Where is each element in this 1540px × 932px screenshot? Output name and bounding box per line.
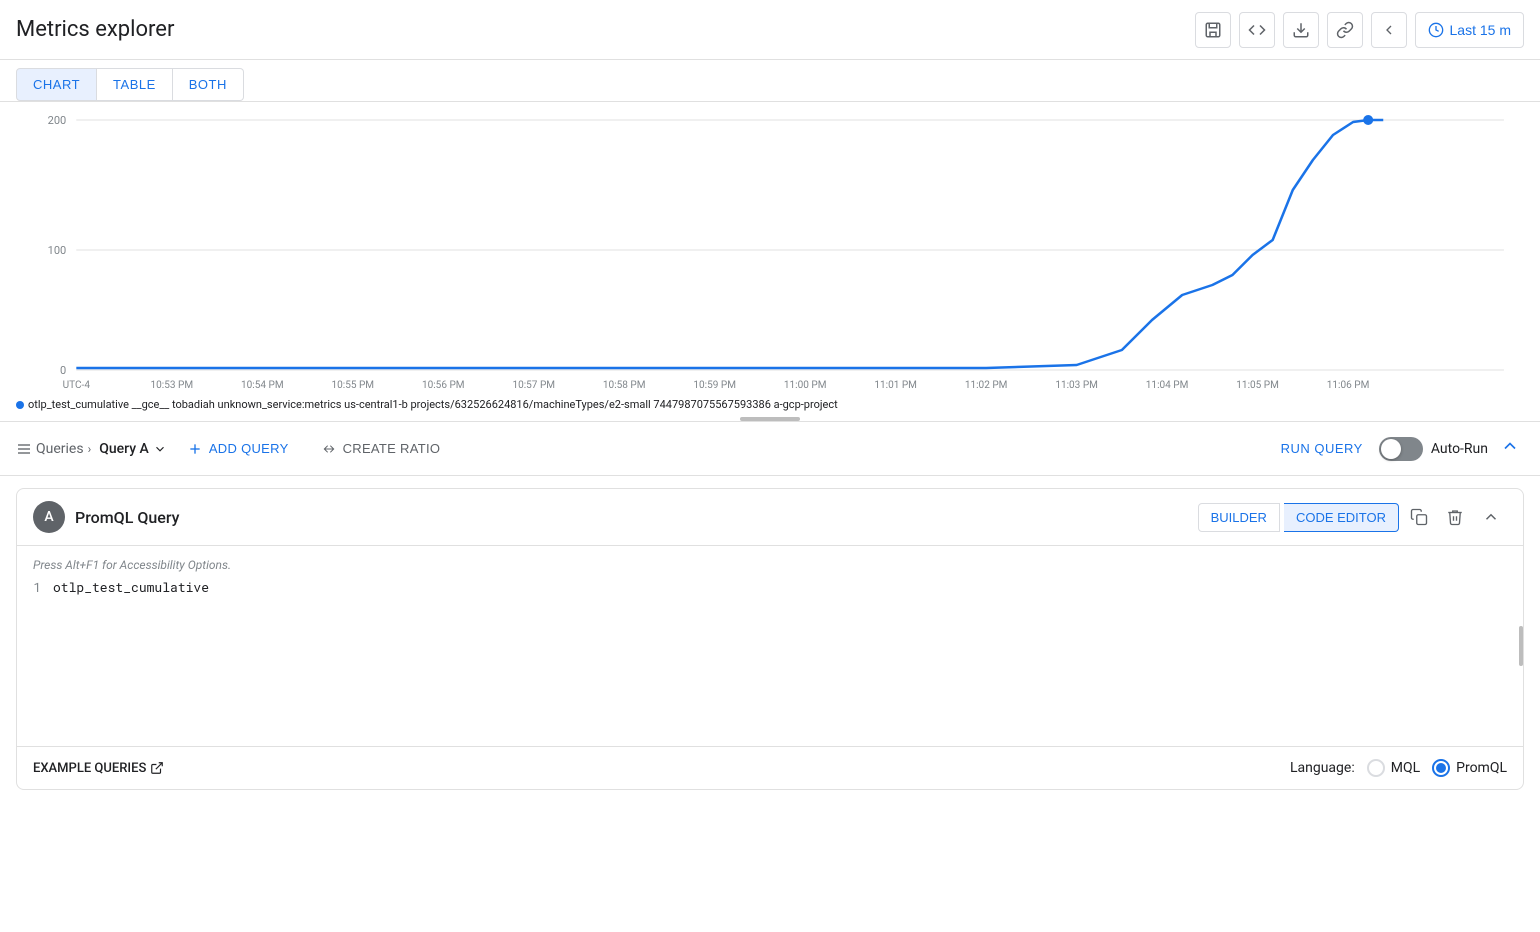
query-panel-header: A PromQL Query BUILDER CODE EDITOR	[17, 489, 1523, 546]
example-queries-label: EXAMPLE QUERIES	[33, 761, 146, 776]
chevron-down-icon	[153, 442, 167, 456]
svg-text:11:05 PM: 11:05 PM	[1236, 380, 1279, 390]
scroll-indicator	[16, 415, 1524, 423]
svg-text:11:06 PM: 11:06 PM	[1327, 380, 1370, 390]
code-content[interactable]: otlp_test_cumulative	[53, 578, 209, 596]
code-editor-tab-button[interactable]: CODE EDITOR	[1284, 503, 1399, 532]
query-panel-actions: BUILDER CODE EDITOR	[1198, 501, 1507, 533]
svg-text:11:03 PM: 11:03 PM	[1055, 380, 1098, 390]
queries-label: Queries	[36, 441, 84, 457]
toggle-track	[1379, 437, 1423, 461]
svg-text:10:57 PM: 10:57 PM	[512, 380, 555, 390]
promql-label: PromQL	[1456, 760, 1507, 776]
legend-text: otlp_test_cumulative __gce__ tobadiah un…	[28, 398, 838, 411]
collapse-panel-icon-button[interactable]	[1475, 501, 1507, 533]
collapse-button[interactable]	[1496, 432, 1524, 465]
header-actions: Last 15 m	[1195, 12, 1524, 48]
link-icon-button[interactable]	[1327, 12, 1363, 48]
add-query-label: ADD QUERY	[209, 441, 289, 456]
query-avatar: A	[33, 501, 65, 533]
query-selector[interactable]: Query A	[99, 441, 167, 457]
download-icon-button[interactable]	[1283, 12, 1319, 48]
svg-text:11:04 PM: 11:04 PM	[1146, 380, 1189, 390]
language-selector: Language: MQL PromQL	[1290, 759, 1507, 777]
create-ratio-label: CREATE RATIO	[343, 441, 441, 456]
external-link-icon	[150, 761, 164, 775]
run-query-button[interactable]: RUN QUERY	[1273, 435, 1371, 462]
mql-label: MQL	[1391, 760, 1420, 776]
view-tabs: CHART TABLE BOTH	[0, 60, 1540, 102]
language-label: Language:	[1290, 760, 1355, 776]
chart-legend: otlp_test_cumulative __gce__ tobadiah un…	[16, 390, 1524, 415]
queries-nav: Queries ›	[16, 441, 91, 457]
tab-chart[interactable]: CHART	[16, 68, 97, 101]
svg-text:11:00 PM: 11:00 PM	[784, 380, 827, 390]
chart-area: 200 100 0 UTC-4 10:53 PM 10:54 PM 10:55 …	[0, 102, 1540, 422]
auto-run-label: Auto-Run	[1431, 441, 1488, 457]
svg-text:0: 0	[60, 364, 66, 377]
scroll-bar[interactable]	[740, 417, 800, 421]
add-query-button[interactable]: ADD QUERY	[175, 435, 301, 463]
svg-text:11:01 PM: 11:01 PM	[874, 380, 917, 390]
svg-text:10:59 PM: 10:59 PM	[693, 380, 736, 390]
svg-text:10:53 PM: 10:53 PM	[151, 380, 194, 390]
header: Metrics explorer	[0, 0, 1540, 60]
tab-table[interactable]: TABLE	[97, 68, 173, 101]
ratio-icon	[321, 441, 337, 457]
vertical-scrollbar[interactable]	[1519, 626, 1523, 666]
builder-tab-button[interactable]: BUILDER	[1198, 503, 1280, 532]
menu-icon	[16, 441, 32, 457]
code-icon-button[interactable]	[1239, 12, 1275, 48]
promql-radio-inner	[1436, 763, 1446, 773]
line-number: 1	[17, 578, 53, 596]
chart-svg: 200 100 0 UTC-4 10:53 PM 10:54 PM 10:55 …	[16, 110, 1524, 390]
example-queries-link[interactable]: EXAMPLE QUERIES	[33, 761, 164, 776]
back-icon-button[interactable]	[1371, 12, 1407, 48]
query-toolbar: Queries › Query A ADD QUERY CREATE RATIO…	[0, 422, 1540, 476]
promql-radio[interactable]	[1432, 759, 1450, 777]
code-line: 1 otlp_test_cumulative	[17, 576, 1523, 598]
query-name: Query A	[99, 441, 149, 457]
create-ratio-button[interactable]: CREATE RATIO	[309, 435, 453, 463]
toggle-thumb	[1381, 439, 1401, 459]
auto-run-toggle[interactable]: Auto-Run	[1379, 437, 1488, 461]
accessibility-hint: Press Alt+F1 for Accessibility Options.	[17, 554, 1523, 576]
svg-text:UTC-4: UTC-4	[63, 380, 91, 390]
tab-both[interactable]: BOTH	[173, 68, 244, 101]
queries-chevron-icon: ›	[88, 442, 92, 456]
delete-icon-button[interactable]	[1439, 501, 1471, 533]
svg-text:10:54 PM: 10:54 PM	[241, 380, 284, 390]
svg-text:11:02 PM: 11:02 PM	[965, 380, 1008, 390]
time-range-label: Last 15 m	[1450, 22, 1511, 38]
mql-option[interactable]: MQL	[1367, 759, 1420, 777]
mql-radio[interactable]	[1367, 759, 1385, 777]
svg-text:200: 200	[48, 114, 67, 127]
copy-icon-button[interactable]	[1403, 501, 1435, 533]
chart-svg-container: 200 100 0 UTC-4 10:53 PM 10:54 PM 10:55 …	[16, 110, 1524, 390]
query-panel-footer: EXAMPLE QUERIES Language: MQL PromQL	[17, 746, 1523, 789]
toggle-switch[interactable]	[1379, 437, 1423, 461]
time-range-button[interactable]: Last 15 m	[1415, 12, 1524, 48]
page-title: Metrics explorer	[16, 17, 174, 42]
plus-icon	[187, 441, 203, 457]
run-query-label: RUN QUERY	[1281, 441, 1363, 456]
svg-text:10:55 PM: 10:55 PM	[331, 380, 374, 390]
svg-text:10:56 PM: 10:56 PM	[422, 380, 465, 390]
query-panel: A PromQL Query BUILDER CODE EDITOR	[16, 488, 1524, 790]
promql-option[interactable]: PromQL	[1432, 759, 1507, 777]
svg-text:100: 100	[48, 244, 67, 257]
code-editor-area[interactable]: Press Alt+F1 for Accessibility Options. …	[17, 546, 1523, 746]
query-panel-title: PromQL Query	[75, 508, 1198, 527]
svg-text:10:58 PM: 10:58 PM	[603, 380, 646, 390]
legend-dot	[16, 401, 24, 409]
save-icon-button[interactable]	[1195, 12, 1231, 48]
